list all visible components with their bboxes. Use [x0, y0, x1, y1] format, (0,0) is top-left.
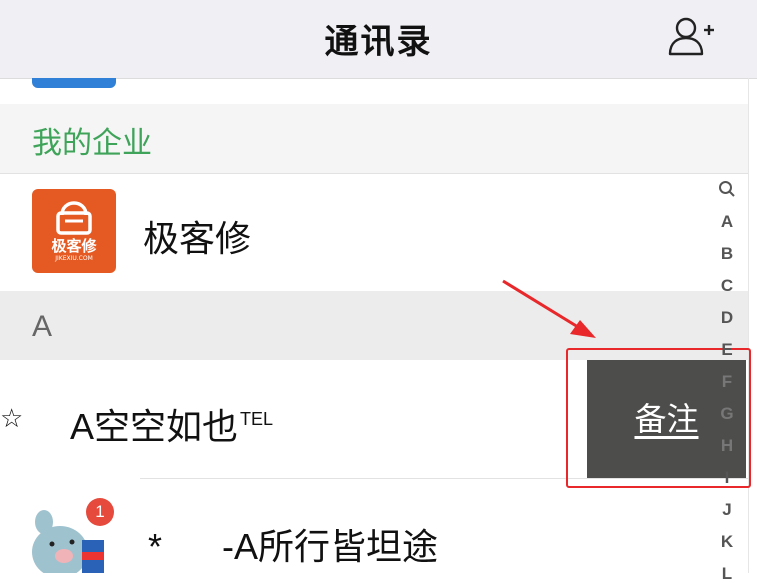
- logo-text: 极客修: [51, 237, 97, 255]
- search-glyph: [719, 181, 735, 197]
- index-letter-b[interactable]: B: [712, 244, 742, 264]
- index-letter-d[interactable]: D: [712, 308, 742, 328]
- index-letter-f[interactable]: F: [712, 372, 742, 392]
- contact-edge-glyph: ☆: [0, 404, 24, 434]
- index-letter-a[interactable]: A: [712, 212, 742, 232]
- contact-name: A空空如也 TEL: [70, 398, 273, 450]
- index-letter-k[interactable]: K: [712, 532, 742, 552]
- enterprise-name: 极客修: [143, 219, 252, 260]
- add-contact-icon[interactable]: [664, 14, 716, 58]
- index-letter-i[interactable]: I: [712, 468, 742, 488]
- enterprise-logo: 极客修 JIKEXIU.COM: [32, 189, 116, 273]
- index-letter-g[interactable]: G: [712, 404, 742, 424]
- unread-badge: 1: [86, 498, 114, 526]
- search-icon[interactable]: [712, 180, 742, 203]
- contact-name-text: A空空如也: [70, 406, 239, 447]
- section-label-a: A: [32, 310, 53, 343]
- index-letter-e[interactable]: E: [712, 340, 742, 360]
- divider: [748, 78, 749, 573]
- index-letter-l[interactable]: L: [712, 564, 742, 584]
- index-letter-c[interactable]: C: [712, 276, 742, 296]
- contact-name-suffix: TEL: [240, 409, 274, 429]
- nav-bar: 通讯录: [0, 0, 757, 79]
- partial-contact-avatar: [32, 78, 116, 88]
- page-title: 通讯录: [324, 22, 433, 62]
- index-letter-j[interactable]: J: [712, 500, 742, 520]
- add-contact-glyph: [668, 17, 714, 56]
- index-letter-h[interactable]: H: [712, 436, 742, 456]
- contact-name: * -A所行皆坦途: [148, 526, 439, 567]
- section-label-enterprise: 我的企业: [32, 126, 152, 161]
- logo-subtext: JIKEXIU.COM: [55, 255, 93, 262]
